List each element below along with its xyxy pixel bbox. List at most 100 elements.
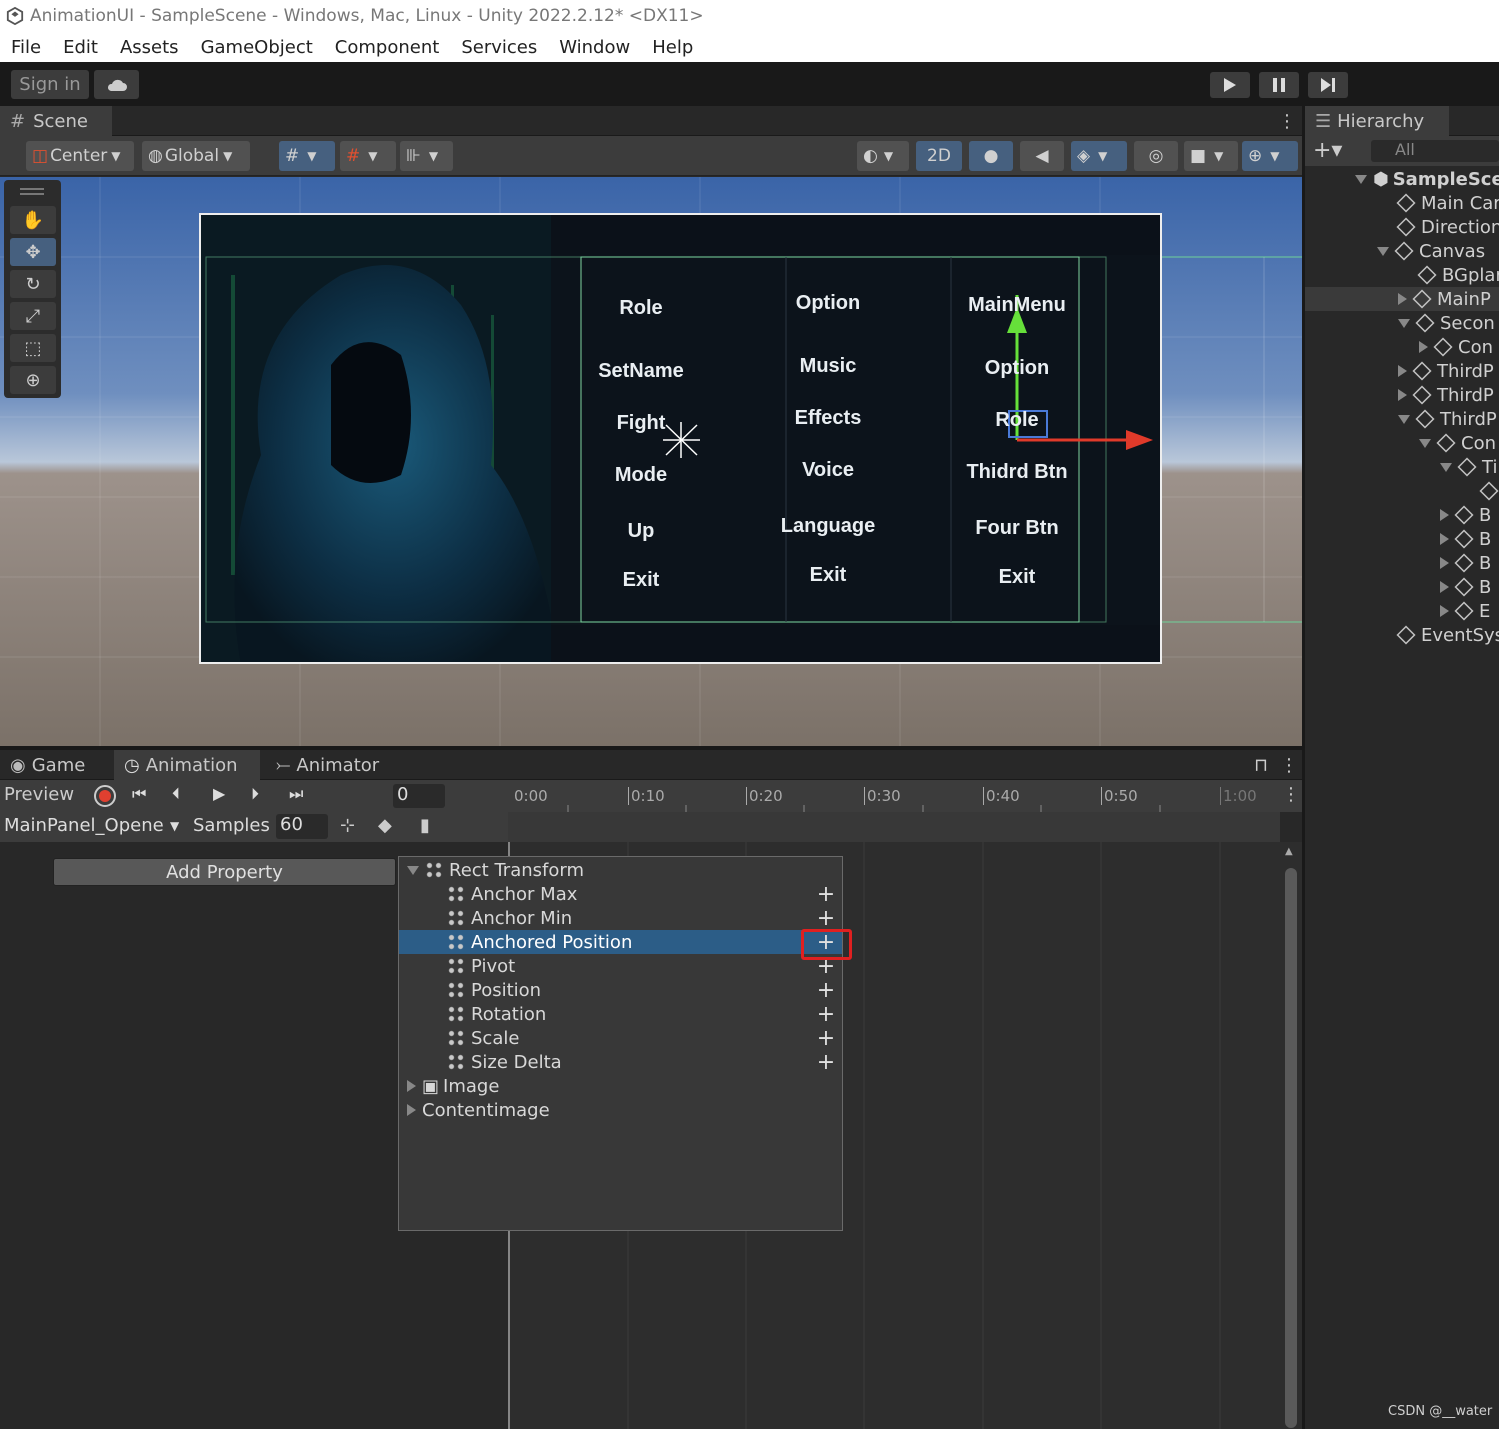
visibility-toggle[interactable]: ◎ <box>1134 141 1178 171</box>
add-rotation-icon[interactable]: + <box>816 1002 836 1027</box>
increment-snap-button[interactable]: # ▼ <box>340 141 396 171</box>
hierarchy-item-thirdpanel-1[interactable]: ThirdP <box>1398 359 1494 383</box>
hierarchy-item-secondpanel[interactable]: Secon <box>1398 311 1495 335</box>
add-position-icon[interactable]: + <box>816 978 836 1003</box>
add-icon[interactable]: +▾ <box>1313 138 1342 163</box>
ui-canvas[interactable]: Role SetName Fight Mode Up Exit Option M… <box>199 213 1162 664</box>
scrollbar-thumb[interactable] <box>1285 868 1297 1428</box>
hierarchy-item-thirdpanel-2[interactable]: ThirdP <box>1398 383 1494 407</box>
hierarchy-item-content-2[interactable]: Con <box>1419 431 1496 455</box>
clip-dropdown[interactable]: MainPanel_Opene <box>4 815 184 839</box>
menu-file[interactable]: File <box>11 37 41 58</box>
menu-gameobject[interactable]: GameObject <box>201 37 313 58</box>
preview-button[interactable]: Preview <box>4 784 74 808</box>
add-scale-icon[interactable]: + <box>816 1026 836 1051</box>
pivot-center-dropdown[interactable]: ◫ Center ▼ <box>26 141 134 171</box>
first-key-button[interactable]: ⏮ <box>132 784 146 804</box>
hierarchy-item-btn-3[interactable]: B <box>1440 551 1491 575</box>
vertical-scrollbar[interactable]: ▲ <box>1280 842 1302 1429</box>
next-key-button[interactable]: ⏵ <box>251 784 259 804</box>
anim-play-button[interactable]: ▶ <box>213 784 225 803</box>
step-button[interactable] <box>1308 72 1348 98</box>
scale-tool[interactable]: ⤢ <box>10 302 56 330</box>
timeline-more-icon[interactable]: ⋮ <box>1280 780 1302 812</box>
lock-icon[interactable]: ⊓ <box>1244 750 1268 780</box>
menu-help[interactable]: Help <box>652 37 693 58</box>
prop-group-image[interactable]: ▣ Image <box>399 1074 842 1098</box>
prop-anchor-max[interactable]: Anchor Max <box>399 882 842 906</box>
prop-size-delta[interactable]: Size Delta <box>399 1050 842 1074</box>
frame-input[interactable]: 0 <box>393 784 445 808</box>
last-key-button[interactable]: ⏭ <box>289 784 303 804</box>
hierarchy-item-content-1[interactable]: Con <box>1419 335 1493 359</box>
hand-tool[interactable]: ✋ <box>10 206 56 234</box>
add-anchor-min-icon[interactable]: + <box>816 906 836 931</box>
transform-tool[interactable]: ⊕ <box>10 366 56 394</box>
add-property-button[interactable]: Add Property <box>53 858 396 886</box>
gizmos-button[interactable]: ⊕ ▼ <box>1242 141 1298 171</box>
cloud-button[interactable] <box>94 70 139 99</box>
tab-hierarchy[interactable]: ☰ Hierarchy <box>1305 106 1449 136</box>
grid-snap-button[interactable]: # ▼ <box>279 141 335 171</box>
menu-services[interactable]: Services <box>461 37 537 58</box>
hierarchy-item-main-camera[interactable]: Main Car <box>1396 191 1499 215</box>
rotate-tool[interactable]: ↻ <box>10 270 56 298</box>
prop-scale[interactable]: Scale <box>399 1026 842 1050</box>
hierarchy-item-canvas[interactable]: Canvas <box>1377 239 1485 263</box>
scene-more-icon[interactable]: ⋮ <box>1268 106 1296 136</box>
record-button[interactable] <box>94 785 116 807</box>
2d-toggle-button[interactable]: 2D <box>916 141 962 171</box>
add-keyframe-button[interactable]: ⊹ <box>340 815 355 836</box>
samples-input[interactable]: 60 <box>276 814 328 839</box>
play-button[interactable] <box>1210 72 1250 98</box>
audio-toggle[interactable]: ◀ <box>1020 141 1064 171</box>
hierarchy-item-samplescene[interactable]: ⬢ SampleSce <box>1355 167 1499 191</box>
add-event-button[interactable]: ▮ <box>420 815 430 836</box>
tab-game[interactable]: ◉ Game <box>0 750 112 780</box>
rect-tool[interactable]: ⬚ <box>10 334 56 362</box>
prop-position[interactable]: Position <box>399 978 842 1002</box>
prop-group-rect-transform[interactable]: Rect Transform <box>399 858 842 882</box>
ruler-button[interactable]: ⊪ ▼ <box>400 141 453 171</box>
move-tool[interactable]: ✥ <box>10 238 56 266</box>
pause-button[interactable] <box>1259 72 1299 98</box>
animation-more-icon[interactable]: ⋮ <box>1270 750 1298 780</box>
event-strip[interactable] <box>508 812 1280 842</box>
tab-animation[interactable]: ◷ Animation <box>114 750 260 780</box>
hierarchy-item-bgplane[interactable]: BGplar <box>1417 263 1499 287</box>
hierarchy-item-mainpanel[interactable]: MainP <box>1305 287 1499 311</box>
hierarchy-item-btn-2[interactable]: B <box>1440 527 1491 551</box>
prop-rotation[interactable]: Rotation <box>399 1002 842 1026</box>
draw-mode-button[interactable]: ◐ ▼ <box>857 141 909 171</box>
prop-anchored-position[interactable]: Anchored Position <box>399 930 842 954</box>
tab-scene[interactable]: # Scene <box>0 106 112 136</box>
prev-key-button[interactable]: ⏴ <box>172 784 180 804</box>
hierarchy-item-exit[interactable]: E <box>1440 599 1490 623</box>
scroll-up-icon[interactable]: ▲ <box>1285 846 1293 857</box>
menu-edit[interactable]: Edit <box>63 37 98 58</box>
menu-assets[interactable]: Assets <box>120 37 179 58</box>
menu-component[interactable]: Component <box>335 37 440 58</box>
hierarchy-item-thirdpanel-3[interactable]: ThirdP <box>1398 407 1497 431</box>
hierarchy-item-directional-light[interactable]: Direction <box>1396 215 1499 239</box>
hierarchy-item-btn-1[interactable]: B <box>1440 503 1491 527</box>
add-anchor-max-icon[interactable]: + <box>816 882 836 907</box>
timeline-ruler[interactable]: 0:00 0:10 0:20 0:30 0:40 0:50 1:00 <box>508 780 1280 812</box>
hierarchy-item-btn-4[interactable]: B <box>1440 575 1491 599</box>
add-key-button[interactable]: ◆ <box>378 815 392 836</box>
global-dropdown[interactable]: ◍ Global ▼ <box>142 141 250 171</box>
effects-toggle[interactable]: ◈ ▼ <box>1071 141 1127 171</box>
hierarchy-item-eventsystem[interactable]: EventSys <box>1396 623 1499 647</box>
hierarchy-search-input[interactable]: All <box>1371 140 1499 162</box>
prop-pivot[interactable]: Pivot <box>399 954 842 978</box>
tab-animator[interactable]: ⤚ Animator <box>266 750 396 780</box>
add-size-delta-icon[interactable]: + <box>816 1050 836 1075</box>
sign-in-button[interactable]: Sign in <box>11 70 89 99</box>
hierarchy-item-child[interactable] <box>1479 479 1499 503</box>
prop-group-contentimage[interactable]: Contentimage <box>399 1098 842 1122</box>
hierarchy-item-ti[interactable]: Ti <box>1440 455 1497 479</box>
menu-window[interactable]: Window <box>559 37 630 58</box>
camera-button[interactable]: ■ ▼ <box>1184 141 1238 171</box>
prop-anchor-min[interactable]: Anchor Min <box>399 906 842 930</box>
lighting-toggle[interactable]: ● <box>969 141 1013 171</box>
